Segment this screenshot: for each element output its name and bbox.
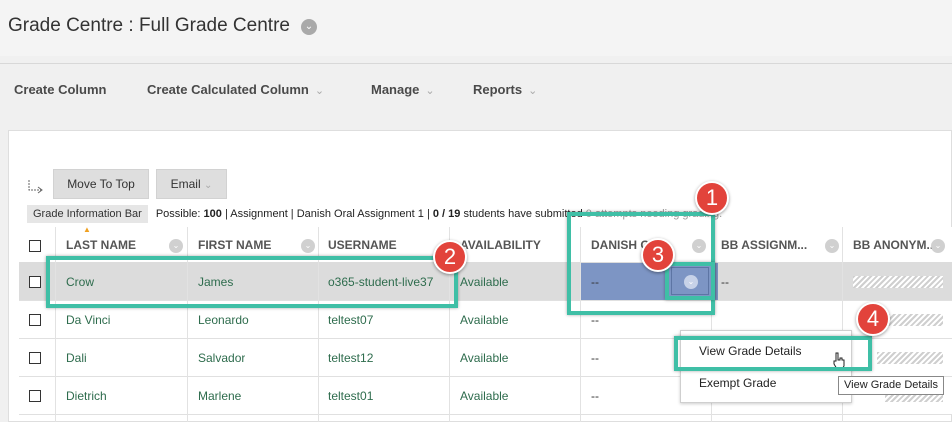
chevron-down-icon[interactable]: ⌄	[931, 239, 945, 253]
danish-grade-cell: --	[591, 275, 599, 289]
username-cell: teltest12	[328, 351, 374, 365]
callout-badge-2: 2	[433, 240, 467, 274]
context-menu: View Grade Details Exempt Grade	[680, 330, 852, 403]
first-name-cell[interactable]: Salvador	[198, 351, 245, 365]
callout-badge-4: 4	[856, 302, 890, 336]
move-to-top-button[interactable]: Move To Top	[53, 169, 149, 199]
column-header-username[interactable]: USERNAME	[328, 238, 397, 252]
manage-menu[interactable]: Manage ⌄	[371, 82, 435, 97]
callout-badge-1: 1	[695, 181, 729, 215]
hatched-cell	[853, 276, 943, 288]
chevron-down-icon: ⌄	[684, 275, 698, 289]
chevron-down-icon[interactable]: ⌄	[301, 239, 315, 253]
danish-grade-cell[interactable]: --	[591, 313, 599, 327]
chevron-down-icon: ⌄	[425, 85, 435, 97]
first-name-cell[interactable]: Leonardo	[198, 313, 249, 327]
chevron-down-icon: ⌄	[203, 180, 213, 191]
column-header-availability[interactable]: AVAILABILITY	[460, 238, 541, 252]
hand-cursor-icon	[833, 352, 845, 370]
column-divider	[580, 227, 581, 422]
menu-item-exempt-grade[interactable]: Exempt Grade	[699, 376, 776, 390]
cell-menu-button[interactable]: ⌄	[671, 267, 709, 295]
last-name-cell[interactable]: Da Vinci	[66, 313, 110, 327]
reports-menu[interactable]: Reports ⌄	[473, 82, 537, 97]
create-column-button[interactable]: Create Column	[14, 82, 106, 97]
sort-ascending-icon: ▲	[83, 225, 91, 234]
column-header-bb-anonymous[interactable]: BB ANONYM...	[853, 238, 937, 252]
last-name-cell[interactable]: Dali	[66, 351, 87, 365]
availability-cell: Available	[460, 389, 509, 403]
column-divider	[187, 227, 188, 422]
info-bar-label: Grade Information Bar	[27, 205, 148, 223]
chevron-down-icon[interactable]: ⌄	[301, 19, 317, 35]
row-checkbox[interactable]	[29, 314, 41, 326]
page-title: Grade Centre : Full Grade Centre	[8, 15, 290, 36]
column-header-last-name[interactable]: LAST NAME	[66, 238, 136, 252]
availability-cell: Available	[460, 351, 509, 365]
tooltip: View Grade Details	[838, 376, 944, 395]
username-cell: o365-student-live37	[328, 275, 434, 289]
username-cell: teltest07	[328, 313, 374, 327]
column-header-first-name[interactable]: FIRST NAME	[198, 238, 271, 252]
chevron-down-icon[interactable]: ⌄	[692, 239, 706, 253]
danish-grade-cell[interactable]: --	[591, 389, 599, 403]
first-name-cell[interactable]: Marlene	[198, 389, 241, 403]
availability-cell: Available	[460, 275, 509, 289]
table-row: Crow James o365-student-live37 Available…	[19, 263, 952, 301]
menu-item-view-grade-details[interactable]: View Grade Details	[699, 344, 802, 358]
column-header-bb-assignment[interactable]: BB ASSIGNM...	[721, 238, 807, 252]
select-all-checkbox[interactable]	[29, 240, 41, 252]
column-divider	[318, 227, 319, 422]
chevron-down-icon[interactable]: ⌄	[825, 239, 839, 253]
danish-grade-cell[interactable]: --	[591, 351, 599, 365]
last-name-cell[interactable]: Crow	[66, 275, 94, 289]
email-button[interactable]: Email ⌄	[156, 169, 227, 199]
grade-information-bar: Grade Information Bar Possible: 100 | Ass…	[27, 205, 952, 225]
arrow-right-icon	[28, 180, 43, 194]
last-name-cell[interactable]: Dietrich	[66, 389, 107, 403]
chevron-down-icon: ⌄	[314, 85, 325, 97]
callout-badge-3: 3	[641, 238, 675, 272]
create-calculated-column-menu[interactable]: Create Calculated Column ⌄	[147, 82, 324, 97]
column-divider	[55, 227, 56, 422]
availability-cell: Available	[460, 313, 509, 327]
username-cell: teltest01	[328, 389, 374, 403]
bb-assignment-cell: --	[721, 275, 729, 289]
row-checkbox[interactable]	[29, 276, 41, 288]
title-bar: Grade Centre : Full Grade Centre ⌄	[0, 0, 952, 56]
grid-header-row: ▲ LAST NAME ⌄ FIRST NAME ⌄ USERNAME AVAI…	[19, 225, 952, 263]
hatched-cell	[877, 352, 943, 364]
chevron-down-icon: ⌄	[528, 85, 538, 97]
row-checkbox[interactable]	[29, 390, 41, 402]
row-checkbox[interactable]	[29, 352, 41, 364]
first-name-cell[interactable]: James	[198, 275, 233, 289]
chevron-down-icon[interactable]: ⌄	[169, 239, 183, 253]
